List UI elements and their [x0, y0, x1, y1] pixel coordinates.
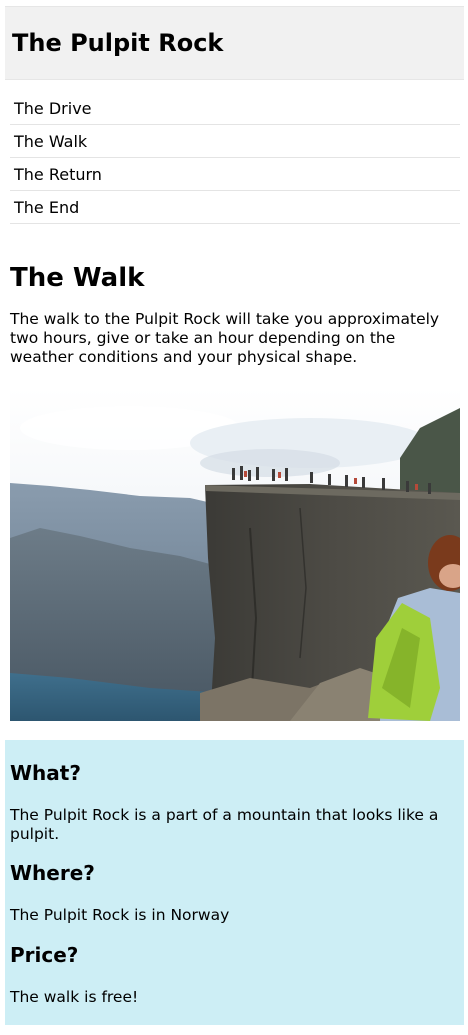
info-aside: What? The Pulpit Rock is a part of a mou… — [5, 740, 464, 1025]
aside-text-price: The walk is free! — [10, 988, 139, 1006]
page-header: The Pulpit Rock — [5, 6, 464, 80]
nav-item-the-end[interactable]: The End — [10, 191, 460, 224]
page-title: The Pulpit Rock — [12, 29, 224, 57]
aside-heading-where: Where? — [10, 861, 95, 885]
aside-heading-what: What? — [10, 761, 81, 785]
nav-item-the-drive[interactable]: The Drive — [10, 92, 460, 125]
main-heading: The Walk — [10, 263, 145, 293]
nav-item-the-walk[interactable]: The Walk — [10, 125, 460, 158]
pulpit-rock-photo — [10, 388, 460, 721]
nav-menu: The Drive The Walk The Return The End — [10, 92, 460, 224]
aside-text-where: The Pulpit Rock is in Norway — [10, 906, 230, 924]
aside-text-what: The Pulpit Rock is a part of a mountain … — [10, 806, 439, 843]
main-paragraph: The walk to the Pulpit Rock will take yo… — [10, 310, 440, 366]
nav-item-the-return[interactable]: The Return — [10, 158, 460, 191]
aside-heading-price: Price? — [10, 943, 79, 967]
